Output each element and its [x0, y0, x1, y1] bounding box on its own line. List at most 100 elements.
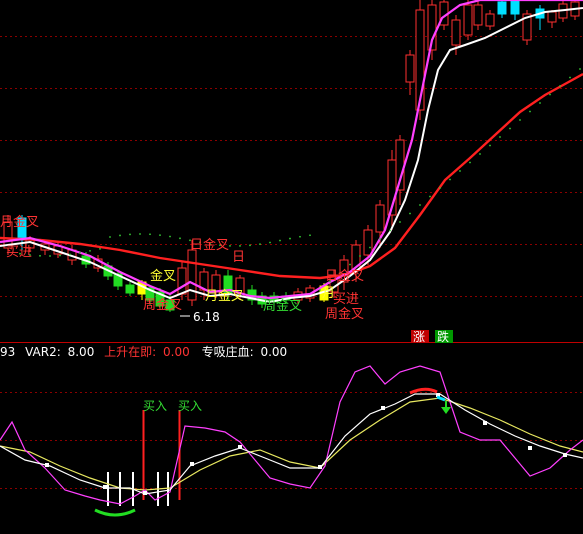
dot [159, 234, 161, 237]
up-soon-label: 上升在即: [104, 345, 156, 359]
indicator-prefix: 93 [0, 345, 15, 359]
dot [79, 251, 81, 254]
indicator-marker [381, 406, 385, 410]
dot [519, 119, 521, 121]
dot [409, 212, 411, 215]
indicator-marker [45, 463, 49, 467]
dot [479, 153, 481, 155]
var2-value: 8.00 [68, 345, 95, 359]
indicator-marker [528, 446, 532, 450]
dot [459, 170, 461, 172]
up-soon-value: 0.00 [163, 345, 190, 359]
label-zhoujincha-mid: 周金叉 [263, 298, 302, 314]
candle-body [375, 204, 385, 233]
dot [369, 246, 371, 249]
label-maijin-right: 买进 [333, 292, 359, 307]
stock-chart-canvas[interactable]: 月金叉 买进 日金叉 金叉 周金叉 月金叉 周金叉 日金叉 买进 周金叉 日 月… [0, 0, 583, 530]
dot [39, 254, 41, 257]
dot [379, 238, 381, 240]
die-button-label: 跌 [437, 329, 449, 344]
label-yuejincha-mid: 月金叉 [205, 288, 244, 304]
dot [99, 247, 101, 250]
dot [119, 234, 121, 237]
indicator-marker [190, 462, 194, 466]
dot [569, 76, 571, 79]
dot [299, 235, 301, 238]
dot [449, 178, 451, 181]
candle-body [187, 249, 197, 301]
label-zhoujincha-right: 周金叉 [325, 306, 364, 322]
dot [259, 243, 261, 246]
label-rijincha-mid: 日金叉 [190, 237, 229, 253]
dot [319, 289, 321, 291]
dot [239, 245, 241, 247]
label-maijin-left: 买进 [6, 245, 32, 260]
dot [419, 204, 421, 206]
dot [129, 233, 131, 236]
dot [279, 239, 281, 242]
label-yue-short: 月 [322, 286, 335, 301]
candle-body [405, 54, 415, 83]
candle-body [473, 4, 483, 26]
candle-body [510, 0, 520, 15]
dot [269, 241, 271, 244]
candle-body [497, 1, 507, 15]
zhuangxue-label: 专吸庄血: [202, 344, 254, 359]
dot [499, 136, 501, 138]
dot [59, 254, 61, 257]
dot [469, 161, 471, 164]
label-ri-short: 日 [232, 250, 245, 265]
dot [579, 68, 581, 70]
label-price-low: 6.18 [193, 310, 220, 324]
dot [249, 244, 251, 247]
dot [389, 229, 391, 232]
candle-body [451, 19, 461, 46]
die-button[interactable]: 跌 [435, 329, 453, 344]
var2-label: VAR2: [25, 345, 61, 359]
dot [549, 93, 551, 96]
label-zhoujincha-left: 周金叉 [143, 297, 182, 313]
dot [429, 195, 431, 198]
dot [149, 233, 151, 236]
dot [49, 255, 51, 257]
dot [399, 221, 401, 223]
dot [349, 263, 351, 266]
candle-body [177, 267, 187, 295]
indicator-marker [563, 453, 567, 457]
dot [559, 85, 561, 87]
dot [529, 110, 531, 113]
chart-background [0, 0, 583, 530]
label-rijincha-right: 日金叉 [325, 268, 364, 284]
candle-body [547, 11, 557, 23]
zhuangxue-value: 0.00 [260, 345, 287, 359]
dot [89, 249, 91, 252]
dot [359, 255, 361, 257]
dot [309, 234, 311, 237]
candle-body [463, 4, 473, 36]
zhang-button[interactable]: 涨 [411, 329, 429, 344]
indicator-marker [143, 491, 147, 495]
dot [289, 237, 291, 240]
indicator-marker [103, 485, 107, 489]
dot [229, 244, 231, 247]
dot [69, 253, 71, 256]
candle-body [125, 284, 135, 294]
stock-chart-window: 月金叉 买进 日金叉 金叉 周金叉 月金叉 周金叉 日金叉 买进 周金叉 日 月… [0, 0, 583, 530]
indicator-header: 93 VAR2: 8.00 上升在即: 0.00 专吸庄血: 0.00 [0, 344, 287, 359]
dot [109, 236, 111, 238]
indicator-marker [238, 445, 242, 449]
dot [139, 233, 141, 235]
candle-body [363, 229, 373, 256]
dot [539, 102, 541, 104]
label-yuejincha-left: 月金叉 [0, 214, 39, 230]
indicator-marker [483, 421, 487, 425]
dot [489, 144, 491, 147]
dot [169, 235, 171, 238]
buy-marker-2-label: 买入 [178, 399, 202, 413]
label-jincha-mid: 金叉 [150, 268, 176, 284]
candle-body [485, 13, 495, 27]
dot [509, 127, 511, 130]
buy-marker-1-label: 买入 [143, 399, 167, 413]
dot [179, 237, 181, 240]
zhang-button-label: 涨 [413, 329, 425, 344]
